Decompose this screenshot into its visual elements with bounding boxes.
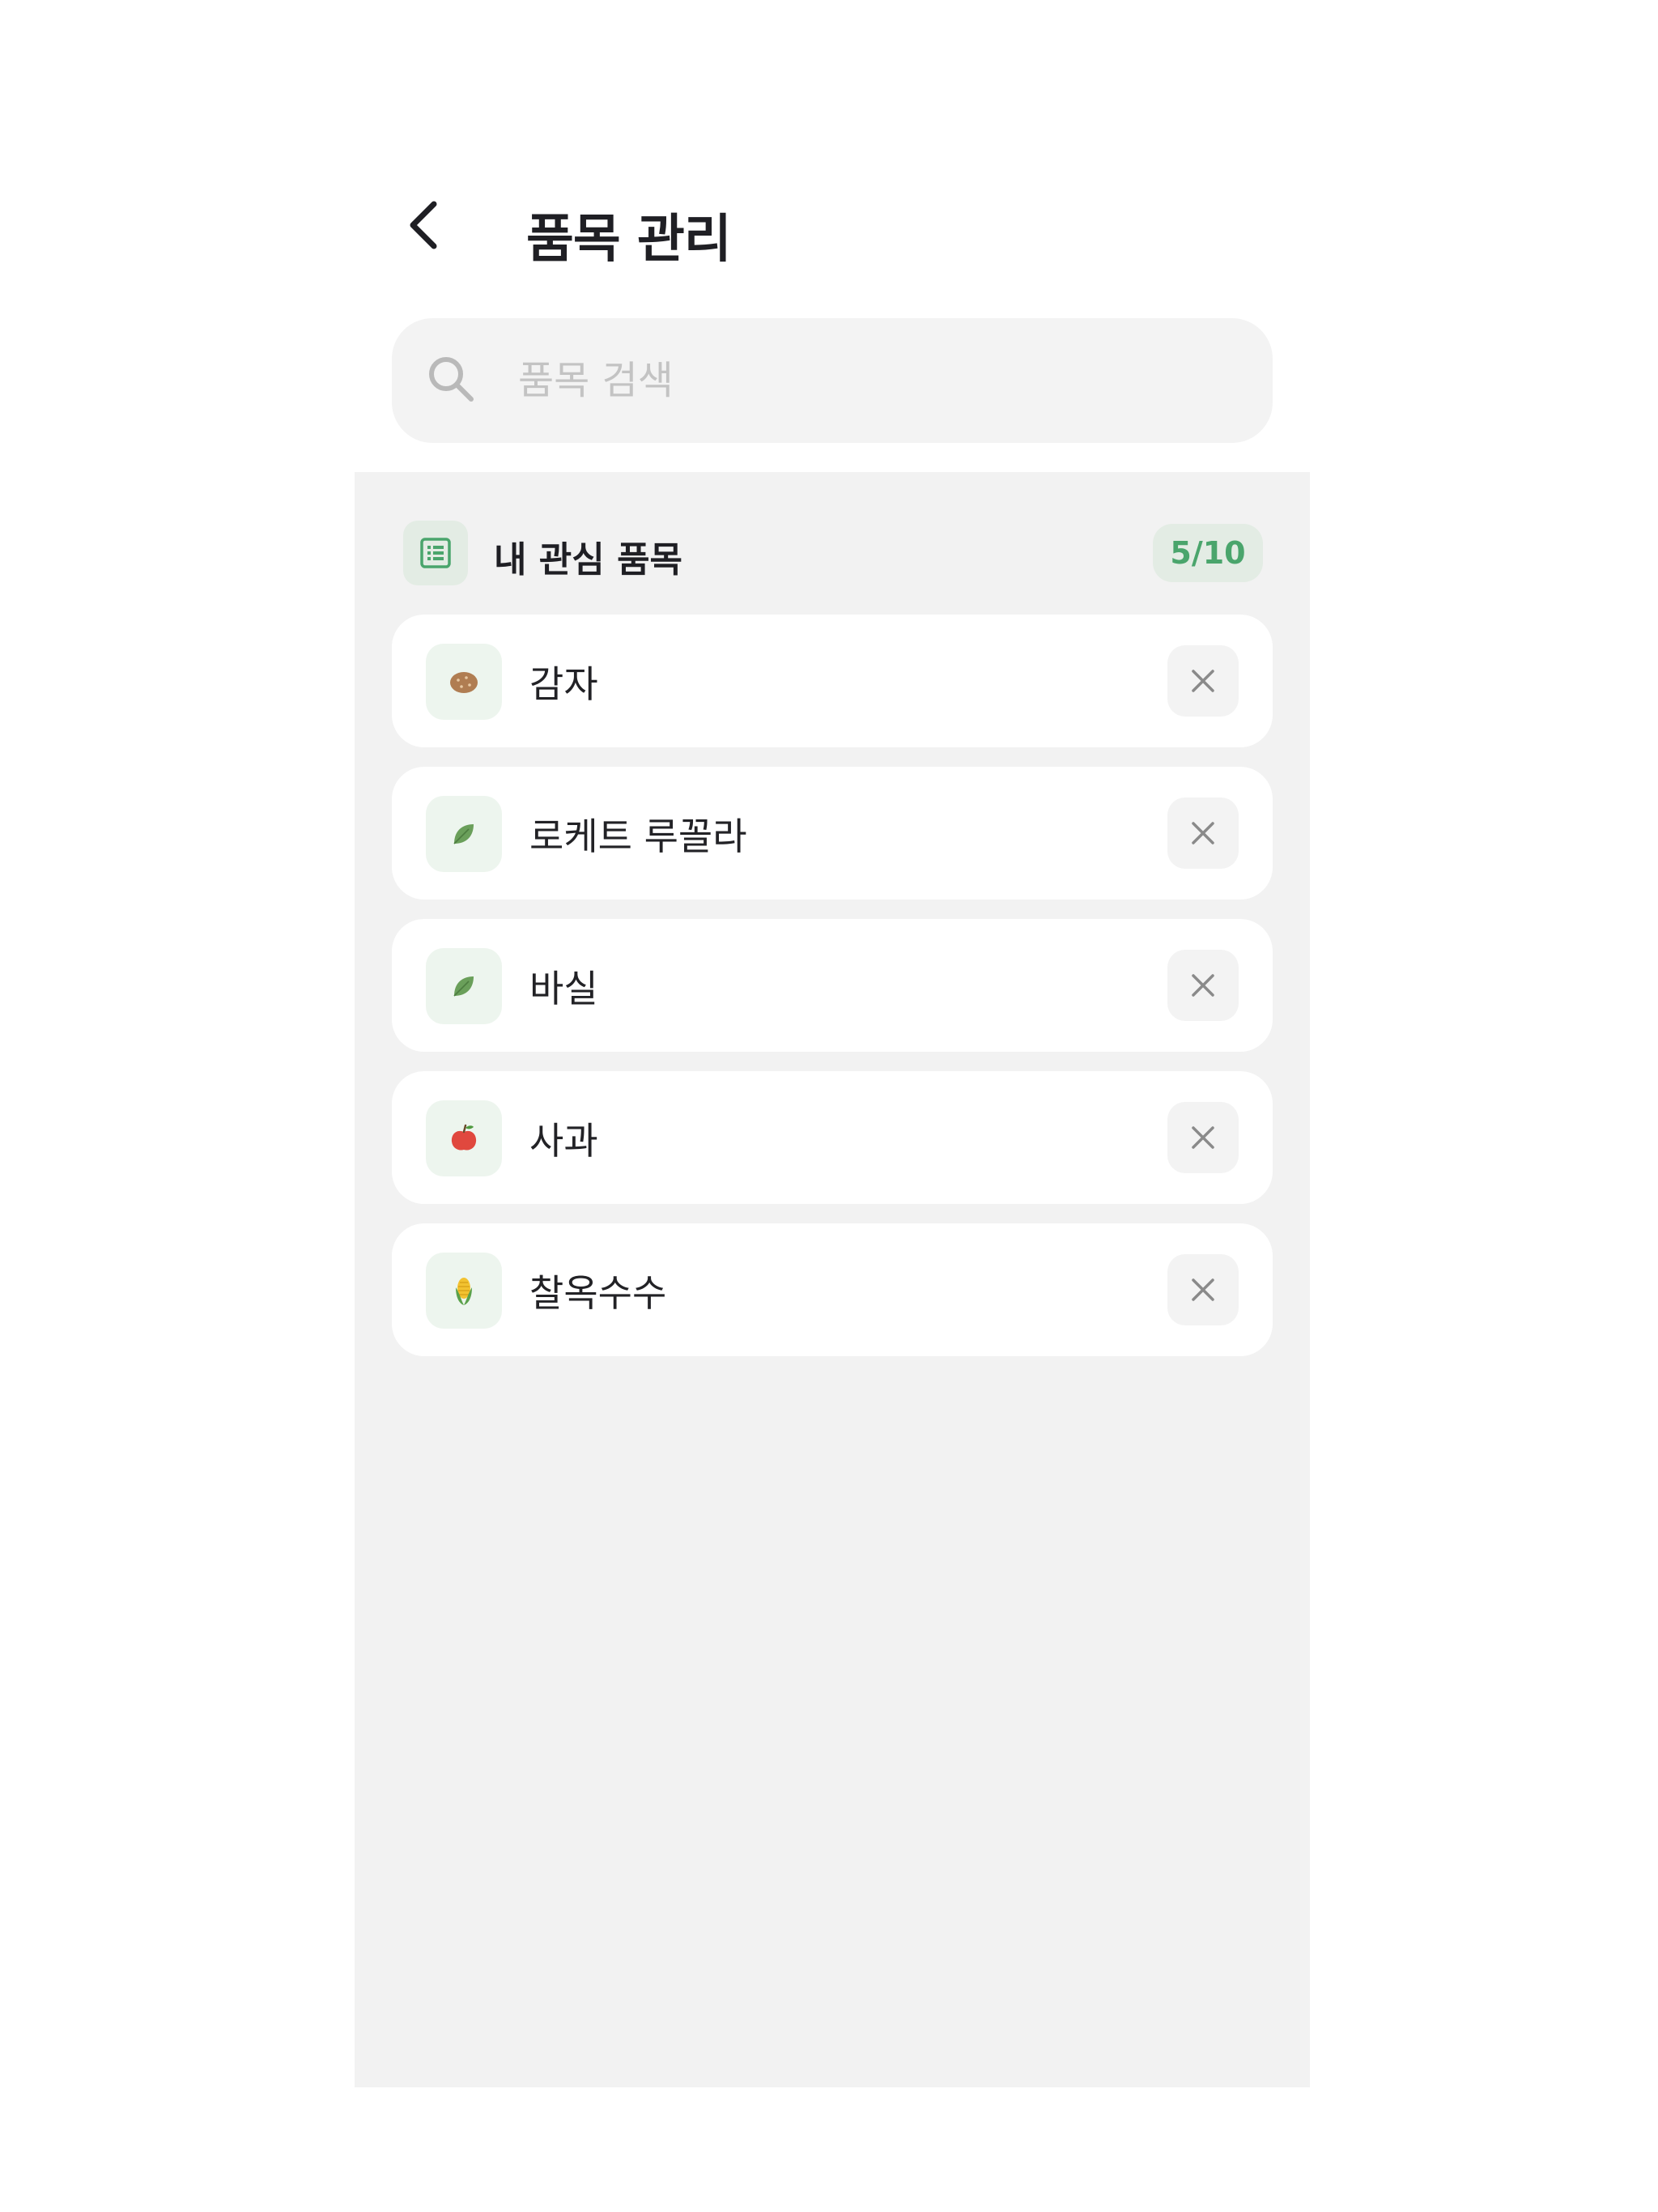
search-bar[interactable]	[392, 318, 1273, 443]
item-name: 찰옥수수	[529, 1271, 667, 1315]
list-icon	[420, 538, 451, 568]
count-badge: 5/10	[1153, 524, 1263, 582]
close-icon	[1192, 670, 1214, 692]
list-item[interactable]: 바실	[392, 919, 1273, 1052]
item-icon-container	[426, 948, 502, 1024]
leaf-icon	[453, 976, 474, 997]
favorites-header: 내 관심 품목 5/10	[403, 519, 1263, 587]
item-name: 사과	[529, 1119, 598, 1163]
apple-icon	[451, 1124, 477, 1151]
remove-button[interactable]	[1167, 1254, 1239, 1325]
favorites-title: 내 관심 품목	[494, 539, 683, 581]
item-icon-container	[426, 1253, 502, 1329]
remove-button[interactable]	[1167, 798, 1239, 869]
item-icon-container	[426, 796, 502, 872]
back-button[interactable]	[392, 185, 457, 266]
favorites-panel: 내 관심 품목 5/10 감자 로케트 루꼴라 바실 사과 찰옥수수	[355, 472, 1310, 2087]
item-icon-container	[426, 644, 502, 720]
favorites-list: 감자 로케트 루꼴라 바실 사과 찰옥수수	[392, 615, 1273, 1376]
leaf-icon	[453, 824, 474, 844]
page-title: 품목 관리	[526, 210, 732, 270]
remove-button[interactable]	[1167, 645, 1239, 717]
close-icon	[1192, 822, 1214, 844]
item-name: 바실	[529, 967, 598, 1010]
favorites-icon-container	[403, 521, 468, 585]
list-item[interactable]: 감자	[392, 615, 1273, 747]
corn-icon	[456, 1278, 472, 1305]
item-name: 감자	[529, 662, 598, 706]
item-name: 로케트 루꼴라	[529, 815, 747, 858]
potato-icon	[450, 672, 478, 693]
list-item[interactable]: 로케트 루꼴라	[392, 767, 1273, 900]
close-icon	[1192, 1278, 1214, 1301]
remove-button[interactable]	[1167, 950, 1239, 1021]
chevron-left-icon	[410, 201, 437, 249]
remove-button[interactable]	[1167, 1102, 1239, 1173]
search-input[interactable]	[518, 342, 1231, 419]
item-icon-container	[426, 1100, 502, 1176]
search-icon	[429, 357, 474, 402]
header: 품목 관리	[392, 185, 1282, 270]
close-icon	[1192, 974, 1214, 997]
close-icon	[1192, 1126, 1214, 1149]
list-item[interactable]: 사과	[392, 1071, 1273, 1204]
list-item[interactable]: 찰옥수수	[392, 1223, 1273, 1356]
